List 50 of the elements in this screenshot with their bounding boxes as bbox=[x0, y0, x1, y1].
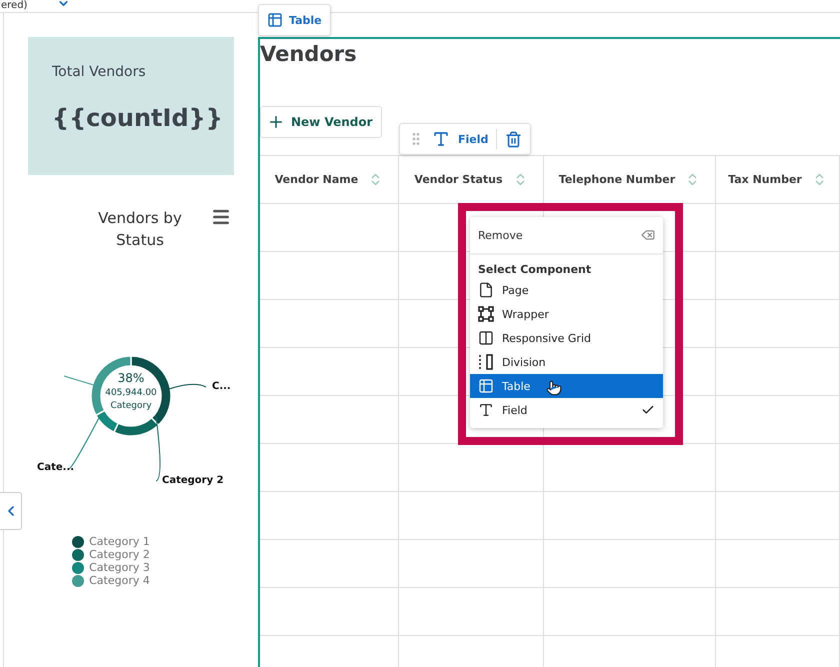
menu-item[interactable]: Division bbox=[470, 350, 663, 374]
column-header[interactable]: Tax Number bbox=[716, 155, 840, 204]
center-percent: 38% bbox=[116, 371, 146, 385]
wrapper-icon bbox=[478, 306, 494, 322]
backspace-icon bbox=[641, 228, 655, 242]
legend-label: Category 4 bbox=[89, 574, 150, 587]
page-icon bbox=[478, 282, 494, 298]
remove-menu-item[interactable]: Remove bbox=[470, 217, 663, 255]
column-header-label: Vendor Status bbox=[414, 173, 503, 186]
leader-line bbox=[156, 416, 160, 482]
stat-value: {{countId}} bbox=[52, 103, 223, 134]
column-header-label: Telephone Number bbox=[558, 173, 676, 186]
menu-heading: Select Component bbox=[477, 262, 592, 278]
filter-label: ered) bbox=[1, 0, 28, 12]
table-icon bbox=[478, 378, 494, 394]
slice-label: C... bbox=[212, 381, 231, 392]
table-icon bbox=[267, 12, 283, 28]
column-header-label: Tax Number bbox=[728, 173, 802, 186]
column-header[interactable]: Vendor Name bbox=[260, 155, 399, 204]
column-header[interactable]: Telephone Number bbox=[544, 155, 716, 204]
field-toolbar-label[interactable]: Field bbox=[458, 132, 488, 146]
hand-cursor-icon bbox=[546, 380, 562, 396]
center-category: Category bbox=[109, 401, 153, 411]
new-vendor-button[interactable]: New Vendor bbox=[260, 106, 382, 138]
delete-icon[interactable] bbox=[505, 130, 522, 148]
page-title: Vendors bbox=[260, 42, 357, 66]
menu-item[interactable]: Responsive Grid bbox=[470, 326, 663, 350]
collapse-button[interactable] bbox=[0, 492, 22, 530]
plus-icon bbox=[267, 113, 285, 131]
legend-label: Category 2 bbox=[89, 548, 150, 561]
menu-item[interactable]: Wrapper bbox=[470, 302, 663, 326]
slice-label: Cate... bbox=[37, 462, 74, 473]
text-icon bbox=[432, 130, 450, 148]
slice-label: Category 2 bbox=[162, 475, 224, 486]
chart-title: Vendors by Status bbox=[97, 208, 183, 251]
center-value: 405,944.00 bbox=[104, 388, 158, 398]
menu-item[interactable]: Table bbox=[470, 374, 663, 398]
legend-label: Category 3 bbox=[89, 561, 150, 574]
division-icon bbox=[478, 354, 494, 370]
grid-icon bbox=[478, 330, 494, 346]
menu-icon[interactable] bbox=[211, 207, 231, 227]
text-icon bbox=[478, 402, 494, 418]
menu-item[interactable]: Page bbox=[470, 278, 663, 302]
legend-label: Category 1 bbox=[89, 535, 150, 548]
leader-line bbox=[168, 384, 206, 390]
stat-title: Total Vendors bbox=[52, 64, 147, 80]
component-tag[interactable]: Table bbox=[258, 4, 331, 36]
menu-item[interactable]: Field bbox=[470, 398, 663, 422]
component-tag-label: Table bbox=[289, 14, 322, 26]
column-header-label: Vendor Name bbox=[274, 173, 358, 186]
